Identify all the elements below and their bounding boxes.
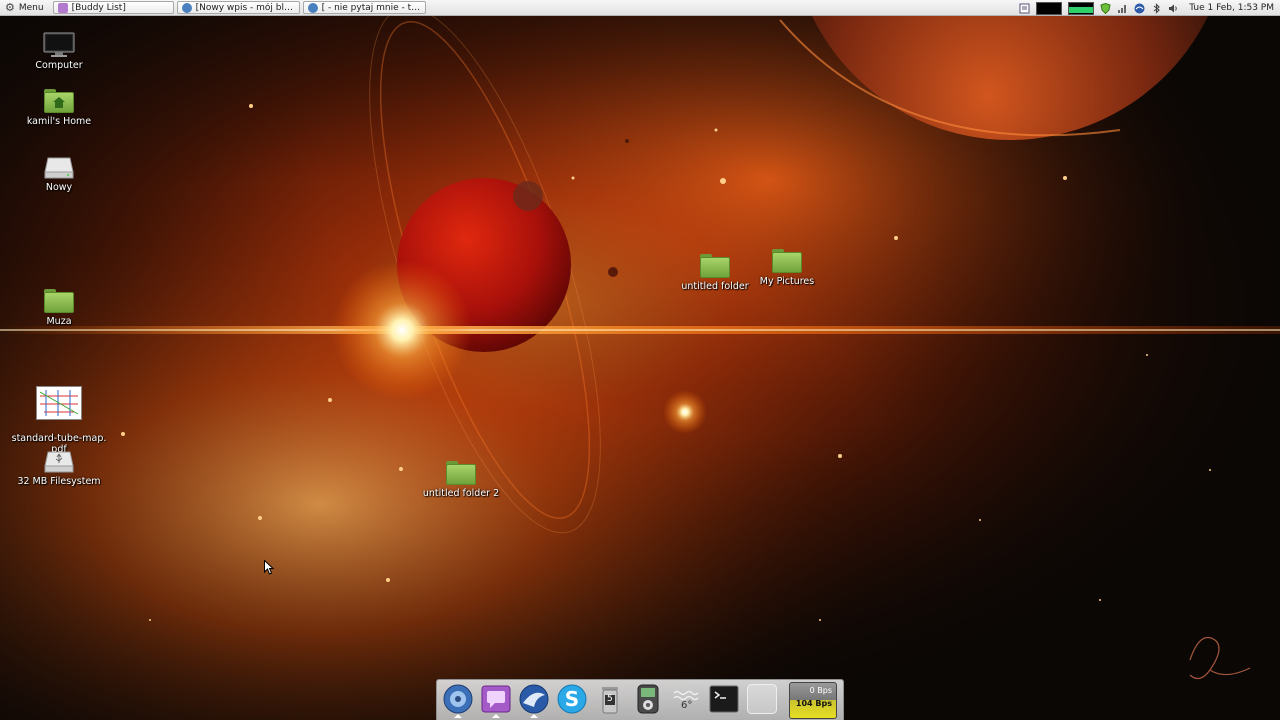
gear-icon: ⚙ bbox=[5, 1, 15, 14]
task-label: [Buddy List] bbox=[71, 2, 126, 13]
desktop-icon-tube-map[interactable]: standard-tube-map. pdf bbox=[9, 375, 109, 455]
desktop-icon-computer[interactable]: Computer bbox=[9, 32, 109, 71]
desktop-icon-label: Computer bbox=[35, 60, 83, 71]
net-up-speed: 104 Bps bbox=[795, 699, 832, 708]
network-signal-icon[interactable] bbox=[1117, 3, 1128, 14]
running-indicator bbox=[492, 714, 500, 718]
browser-icon bbox=[307, 2, 318, 13]
empty-slot-icon[interactable] bbox=[746, 683, 778, 715]
cpu-graph[interactable] bbox=[1036, 1, 1063, 15]
top-panel: ⚙ Menu [Buddy List] [Nowy wpis - mój blo… bbox=[0, 0, 1280, 16]
system-monitor-icon[interactable] bbox=[442, 683, 474, 715]
thunderbird-icon[interactable] bbox=[1134, 3, 1145, 14]
folder-icon bbox=[772, 249, 802, 273]
menu-button[interactable]: ⚙ Menu bbox=[0, 0, 50, 16]
task-browser-page[interactable]: [ - nie pytaj mnie - to... bbox=[302, 1, 426, 14]
net-down-speed: 0 Bps bbox=[809, 686, 832, 695]
thunderbird-icon[interactable] bbox=[518, 683, 550, 715]
desktop-wallpaper bbox=[0, 0, 1280, 720]
system-tray: Tue 1 Feb, 1:53 PM bbox=[1019, 0, 1280, 16]
network-speed-widget[interactable]: 0 Bps 104 Bps bbox=[789, 682, 837, 719]
pidgin-icon[interactable] bbox=[480, 683, 512, 715]
home-folder-icon bbox=[44, 89, 74, 113]
desktop-icon-my-pictures[interactable]: My Pictures bbox=[737, 249, 837, 287]
task-buddy-list[interactable]: [Buddy List] bbox=[52, 1, 174, 14]
running-indicator bbox=[530, 714, 538, 718]
mouse-cursor-icon bbox=[264, 560, 274, 575]
folder-icon bbox=[446, 461, 476, 485]
volume-icon[interactable] bbox=[1168, 3, 1179, 14]
svg-text:S: S bbox=[565, 687, 579, 711]
desktop-icon-untitled-folder-2[interactable]: untitled folder 2 bbox=[411, 461, 511, 499]
dock: S 5 6° 0 Bps 104 Bps bbox=[436, 679, 844, 720]
trash-count: 5 bbox=[607, 694, 613, 704]
desktop-icon-filesystem[interactable]: 32 MB Filesystem bbox=[9, 450, 109, 487]
menu-label: Menu bbox=[18, 2, 44, 13]
task-browser-blog[interactable]: [Nowy wpis - mój blog... bbox=[176, 1, 300, 14]
folder-icon bbox=[700, 254, 730, 278]
memory-graph[interactable] bbox=[1068, 1, 1095, 15]
drive-icon bbox=[44, 157, 74, 179]
computer-icon bbox=[43, 32, 75, 57]
usb-drive-icon bbox=[44, 451, 74, 473]
skype-icon[interactable]: S bbox=[556, 683, 588, 715]
browser-icon bbox=[181, 2, 192, 13]
clock[interactable]: Tue 1 Feb, 1:53 PM bbox=[1189, 3, 1274, 13]
running-indicator bbox=[454, 714, 462, 718]
desktop-icon-muza[interactable]: Muza bbox=[9, 289, 109, 327]
task-label: [ - nie pytaj mnie - to... bbox=[321, 2, 421, 13]
music-player-icon[interactable] bbox=[632, 683, 664, 715]
desktop-icon-label: My Pictures bbox=[759, 276, 815, 287]
weather-temp: 6° bbox=[681, 700, 693, 711]
desktop-icon-label: untitled folder 2 bbox=[422, 488, 500, 499]
desktop-icon-home[interactable]: kamil's Home bbox=[9, 89, 109, 127]
clipboard-icon[interactable] bbox=[1019, 3, 1030, 14]
terminal-icon[interactable] bbox=[708, 683, 740, 715]
desktop-icon-label: Nowy bbox=[45, 182, 73, 193]
folder-icon bbox=[44, 289, 74, 313]
desktop-icon-nowy[interactable]: Nowy bbox=[9, 156, 109, 193]
desktop-icon-label: kamil's Home bbox=[26, 116, 92, 127]
desktop-icon-label: 32 MB Filesystem bbox=[17, 476, 101, 487]
bluetooth-icon[interactable] bbox=[1151, 2, 1162, 14]
task-label: [Nowy wpis - mój blog... bbox=[195, 2, 295, 13]
pidgin-icon bbox=[57, 2, 68, 13]
shield-icon[interactable] bbox=[1100, 2, 1111, 14]
desktop-icon-label: Muza bbox=[46, 316, 72, 327]
pdf-thumbnail-icon bbox=[36, 386, 82, 420]
